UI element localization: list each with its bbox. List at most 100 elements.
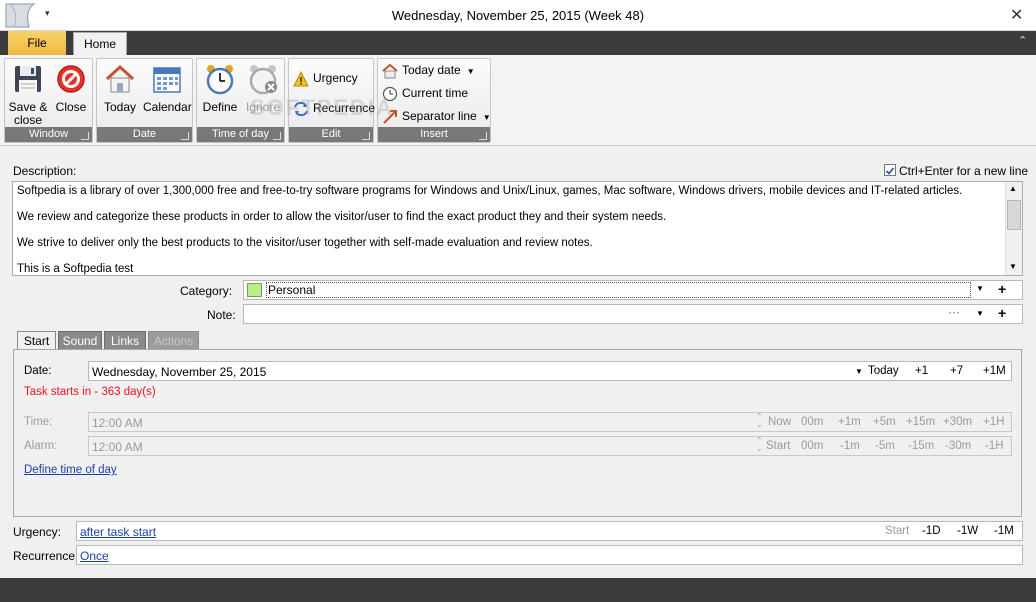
- description-label: Description:: [13, 164, 77, 178]
- calendar-button[interactable]: Calendar: [143, 63, 192, 114]
- description-line: This is a Softpedia test: [17, 263, 134, 275]
- collapse-ribbon-icon[interactable]: ⌃: [1018, 34, 1027, 47]
- time-plus5m-button[interactable]: +5m: [873, 416, 896, 428]
- define-label: Define: [202, 100, 238, 114]
- time-00m-button[interactable]: 00m: [801, 416, 823, 428]
- tab-links[interactable]: Links: [104, 331, 146, 350]
- current-time-label: Current time: [402, 86, 469, 100]
- category-color-swatch: [247, 283, 262, 297]
- urgency-start-button[interactable]: Start: [885, 525, 909, 537]
- today-button[interactable]: Today: [99, 63, 141, 114]
- date-plus7-button[interactable]: +7: [950, 365, 963, 377]
- time-plus1m-button[interactable]: +1m: [838, 416, 861, 428]
- group-date: Today Calendar Date: [96, 58, 193, 143]
- description-scrollbar[interactable]: ▲ ▼: [1005, 182, 1022, 275]
- description-textarea[interactable]: Softpedia is a library of over 1,300,000…: [12, 181, 1023, 276]
- urgency-minus1d-button[interactable]: -1D: [922, 525, 941, 537]
- save-close-button[interactable]: Save & close: [7, 63, 49, 127]
- recurrence-value-link[interactable]: Once: [80, 549, 109, 563]
- urgency-field[interactable]: after task start Start -1D -1W -1M: [76, 521, 1023, 541]
- category-value: Personal: [266, 282, 971, 298]
- category-select[interactable]: Personal ▼ +: [243, 280, 1023, 300]
- alarm-field[interactable]: 12:00 AM ⌃ ⌄ Start 00m -1m -5m -15m -30m …: [88, 436, 1012, 456]
- separator-line-button[interactable]: Separator line ▼: [382, 106, 491, 126]
- alarm-start-button[interactable]: Start: [766, 440, 790, 452]
- note-select[interactable]: ··· ▼ +: [243, 304, 1023, 324]
- time-now-button[interactable]: Now: [768, 416, 791, 428]
- time-label: Time:: [24, 416, 53, 428]
- group-edit-launcher-icon[interactable]: [362, 132, 370, 140]
- category-add-icon[interactable]: +: [998, 281, 1006, 297]
- time-plus1h-button[interactable]: +1H: [983, 416, 1004, 428]
- alarm-minus15m-button[interactable]: -15m: [908, 440, 934, 452]
- alarm-00m-button[interactable]: 00m: [801, 440, 823, 452]
- time-plus15m-button[interactable]: +15m: [906, 416, 935, 428]
- window-title: Wednesday, November 25, 2015 (Week 48): [391, 8, 645, 23]
- tab-home[interactable]: Home: [73, 32, 127, 55]
- group-time-of-day-launcher-icon[interactable]: [273, 132, 281, 140]
- scroll-down-icon[interactable]: ▼: [1009, 262, 1017, 271]
- time-plus30m-button[interactable]: +30m: [943, 416, 972, 428]
- time-spinner-icon[interactable]: ⌃ ⌄: [756, 413, 763, 429]
- calendar-label: Calendar: [143, 100, 192, 114]
- ctrl-enter-checkbox[interactable]: [884, 164, 896, 176]
- current-time-button[interactable]: Current time: [382, 83, 468, 103]
- date-field[interactable]: Wednesday, November 25, 2015 ▼ Today +1 …: [88, 361, 1012, 381]
- home-icon: [105, 64, 135, 93]
- group-edit-label: Edit: [289, 127, 373, 142]
- description-line: We strive to deliver only the best produ…: [17, 237, 593, 249]
- date-plus1m-button[interactable]: +1M: [983, 365, 1006, 377]
- date-label: Date:: [24, 365, 52, 377]
- today-date-button[interactable]: Today date ▼: [382, 60, 475, 80]
- alarm-minus30m-button[interactable]: -30m: [945, 440, 971, 452]
- urgency-minus1w-button[interactable]: -1W: [957, 525, 978, 537]
- close-circle-icon: [57, 65, 85, 93]
- close-window-button[interactable]: ✕: [1010, 5, 1023, 25]
- note-label: Note:: [207, 308, 236, 322]
- date-plus1-button[interactable]: +1: [915, 365, 928, 377]
- time-field[interactable]: 12:00 AM ⌃ ⌄ Now 00m +1m +5m +15m +30m +1…: [88, 412, 1012, 432]
- alarm-minus5m-button[interactable]: -5m: [875, 440, 895, 452]
- group-insert: Today date ▼ Current time Separator line ▼…: [377, 58, 491, 143]
- date-today-button[interactable]: Today: [868, 365, 899, 377]
- group-window-launcher-icon[interactable]: [81, 132, 89, 140]
- define-time-of-day-link[interactable]: Define time of day: [24, 464, 117, 476]
- urgency-value-link[interactable]: after task start: [80, 525, 156, 539]
- date-dropdown-icon[interactable]: ▼: [855, 367, 863, 376]
- date-value: Wednesday, November 25, 2015: [92, 365, 267, 379]
- category-dropdown-icon[interactable]: ▼: [976, 284, 984, 293]
- tab-actions: Actions: [148, 331, 199, 350]
- note-add-icon[interactable]: +: [998, 305, 1006, 321]
- floppy-disk-icon: [15, 66, 41, 92]
- close-button[interactable]: Close: [51, 63, 91, 114]
- home-small-icon: [382, 63, 398, 79]
- note-ellipsis-icon[interactable]: ···: [948, 305, 960, 319]
- start-panel: Date: Wednesday, November 25, 2015 ▼ Tod…: [13, 349, 1022, 517]
- group-insert-launcher-icon[interactable]: [479, 132, 487, 140]
- note-dropdown-icon[interactable]: ▼: [976, 309, 984, 318]
- today-label: Today: [103, 100, 137, 114]
- group-date-launcher-icon[interactable]: [181, 132, 189, 140]
- ctrl-enter-label: Ctrl+Enter for a new line: [899, 164, 1029, 178]
- scroll-up-icon[interactable]: ▲: [1009, 184, 1017, 193]
- tab-start[interactable]: Start: [17, 331, 56, 351]
- scroll-thumb[interactable]: [1007, 200, 1021, 230]
- define-button[interactable]: Define: [199, 63, 241, 114]
- alarm-spinner-icon[interactable]: ⌃ ⌄: [756, 437, 763, 453]
- alarm-minus1m-button[interactable]: -1m: [840, 440, 860, 452]
- recurrence-label: Recurrence:: [13, 549, 79, 563]
- close-label: Close: [55, 100, 87, 114]
- tab-file[interactable]: File: [8, 31, 66, 55]
- category-label: Category:: [180, 284, 233, 298]
- warning-icon: [293, 70, 309, 87]
- alarm-minus1h-button[interactable]: -1H: [985, 440, 1004, 452]
- alarm-label: Alarm:: [24, 440, 58, 452]
- group-window-label: Window: [5, 127, 92, 142]
- urgency-button[interactable]: Urgency: [293, 68, 358, 88]
- urgency-minus1m-button[interactable]: -1M: [994, 525, 1014, 537]
- tab-sound[interactable]: Sound: [58, 331, 102, 350]
- recurrence-field[interactable]: Once: [76, 545, 1023, 565]
- save-close-label: Save & close: [8, 100, 48, 127]
- separator-line-label: Separator line: [402, 109, 477, 123]
- alarm-clock-ignore-icon: [249, 65, 277, 95]
